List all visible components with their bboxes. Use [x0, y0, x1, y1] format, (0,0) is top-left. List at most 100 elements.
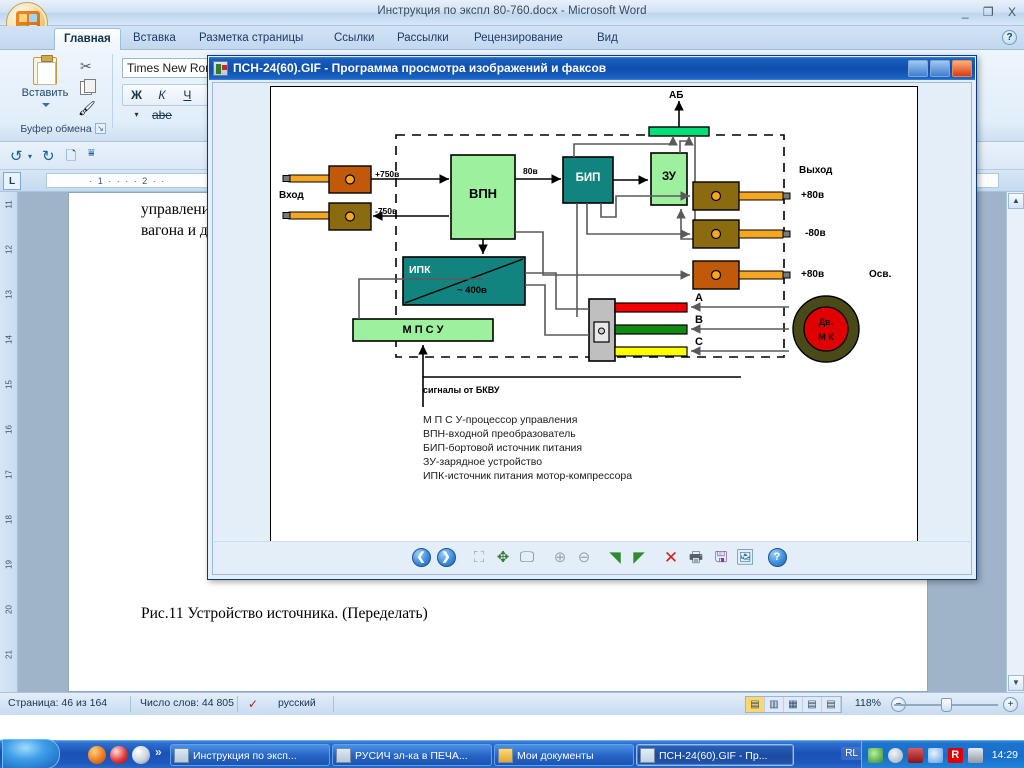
taskbar-item-psn-viewer[interactable]: ПСН-24(60).GIF - Пр...	[636, 744, 794, 766]
bold-button[interactable]: Ж	[126, 85, 147, 105]
font-style-toolbar: Ж К Ч ▾ abe	[122, 84, 208, 122]
start-button[interactable]	[2, 739, 60, 768]
strikethrough-button[interactable]: abe	[151, 105, 172, 125]
format-painter-icon[interactable]: 🖌	[78, 100, 96, 116]
italic-button[interactable]: К	[151, 85, 172, 105]
previous-image-icon[interactable]: ❮	[410, 547, 432, 569]
block-bip: БИП	[575, 172, 601, 184]
ruler-number: 13	[4, 290, 14, 299]
print-icon[interactable]: 🖶	[685, 547, 707, 569]
vertical-scrollbar[interactable]: ▲ ▼	[1006, 192, 1024, 692]
word-count[interactable]: Число слов: 44 805	[140, 697, 234, 709]
picture-fax-viewer-icon	[213, 61, 228, 76]
label-phase-b: В	[695, 314, 703, 326]
tab-recenzirovanie[interactable]: Рецензирование	[465, 28, 572, 50]
ruler-number: 15	[4, 380, 14, 389]
opera-icon[interactable]	[110, 746, 128, 764]
paste-button[interactable]: Вставить	[16, 55, 74, 116]
ribbon-tab-strip: Главная Вставка Разметка страницы Ссылки…	[0, 26, 1024, 50]
view-print-layout[interactable]: ▤	[746, 697, 765, 712]
volume-icon[interactable]	[927, 747, 943, 763]
edit-image-icon[interactable]: 🖼	[734, 547, 756, 569]
tab-vstavka[interactable]: Вставка	[124, 28, 185, 50]
folder-icon	[498, 748, 513, 763]
taskbar-item-moi-dokumenty[interactable]: Мои документы	[494, 744, 634, 766]
tab-vid[interactable]: Вид	[588, 28, 627, 50]
delete-icon[interactable]: ✕	[660, 547, 682, 569]
zoom-in-button[interactable]: +	[1003, 697, 1018, 712]
tab-stop-selector[interactable]: L	[3, 172, 21, 190]
view-web-layout[interactable]: ▦	[784, 697, 803, 712]
clipboard-group: Вставить ✂ 🖌 Буфер обмена ↘	[2, 52, 110, 136]
minimize-button[interactable]: _	[962, 5, 969, 19]
block-vpn: ВПН	[468, 186, 498, 201]
language-bar[interactable]: RL	[841, 747, 862, 760]
clipboard-icon	[33, 55, 57, 85]
actual-size-icon[interactable]: ✥	[492, 547, 514, 569]
shield-icon[interactable]	[887, 747, 903, 763]
network-icon[interactable]	[867, 747, 883, 763]
firefox-icon[interactable]	[88, 746, 106, 764]
figure-caption: Рис.11 Устройство источника. (Переделать…	[141, 605, 428, 622]
word-doc-icon	[336, 748, 351, 763]
restore-button[interactable]: ❐	[983, 5, 994, 19]
clipboard-group-label: Буфер обмена	[20, 123, 92, 135]
printer-icon[interactable]	[967, 747, 983, 763]
save-as-icon[interactable]: 🖫	[710, 547, 732, 569]
zoom-out-icon[interactable]: ⊖	[573, 547, 595, 569]
clock[interactable]: 14:29	[992, 749, 1018, 761]
system-tray: R 14:29	[860, 741, 1024, 768]
clipboard-dialog-launcher[interactable]: ↘	[95, 123, 106, 134]
image-viewer-window[interactable]: ПСН-24(60).GIF - Программа просмотра изо…	[207, 55, 977, 580]
monitor-icon[interactable]	[907, 747, 923, 763]
vertical-ruler[interactable]: 11 12 13 14 15 16 17 18 19 20 21	[0, 192, 18, 692]
block-ipk: ИПК	[409, 264, 431, 276]
tab-razmetka[interactable]: Разметка страницы	[190, 28, 312, 50]
tab-rassylki[interactable]: Рассылки	[388, 28, 458, 50]
view-draft[interactable]: ▤	[822, 697, 841, 712]
taskbar-item-instrukciya[interactable]: Инструкция по эксп...	[170, 744, 330, 766]
rotate-counterclockwise-icon[interactable]: ◤	[628, 547, 650, 569]
close-icon[interactable]	[952, 60, 972, 77]
antivirus-icon[interactable]: R	[947, 747, 963, 763]
spellcheck-icon[interactable]: ✓	[248, 697, 258, 711]
viewer-title-bar[interactable]: ПСН-24(60).GIF - Программа просмотра изо…	[209, 57, 975, 80]
taskbar-item-rusich[interactable]: РУСИЧ эл-ка в ПЕЧА...	[332, 744, 492, 766]
undo-dropdown-icon[interactable]: ▾	[28, 152, 32, 161]
quick-launch-overflow-icon[interactable]: »	[155, 745, 162, 759]
ruler-number: 17	[4, 470, 14, 479]
tab-ssylki[interactable]: Ссылки	[325, 28, 384, 50]
next-image-icon[interactable]: ❯	[435, 547, 457, 569]
best-fit-icon[interactable]: ⛶	[468, 547, 490, 569]
undo-icon[interactable]: ↺	[10, 147, 23, 165]
underline-dropdown-icon[interactable]: ▾	[126, 105, 147, 125]
customize-qat-icon[interactable]: ⩸	[88, 147, 95, 160]
cd-icon[interactable]	[132, 746, 150, 764]
underline-button[interactable]: Ч	[177, 85, 198, 105]
minimize-icon[interactable]	[908, 60, 928, 77]
copy-icon[interactable]	[80, 79, 96, 95]
label-phase-a: А	[695, 292, 703, 304]
rotate-clockwise-icon[interactable]: ◥	[604, 547, 626, 569]
status-divider	[130, 696, 131, 712]
zoom-slider-handle[interactable]	[941, 698, 952, 712]
scroll-down-icon[interactable]: ▼	[1008, 675, 1024, 691]
tab-glavnaya[interactable]: Главная	[54, 28, 121, 50]
view-full-screen-read[interactable]: ▥	[765, 697, 784, 712]
zoom-in-icon[interactable]: ⊕	[549, 547, 571, 569]
legend-line-3: БИП-бортовой источник питания	[423, 442, 583, 454]
slideshow-icon[interactable]: 🖵	[516, 547, 538, 569]
help-icon[interactable]: ?	[1002, 30, 1017, 45]
redo-icon[interactable]: ↻	[42, 147, 55, 165]
close-button[interactable]: X	[1008, 5, 1016, 19]
help-icon[interactable]: ?	[766, 547, 788, 569]
cut-icon[interactable]: ✂	[80, 58, 96, 74]
image-canvas[interactable]: АБ Вход +750в -750в 80в Выход +80в -80в …	[270, 86, 918, 544]
new-document-icon[interactable]: 🗋	[66, 147, 76, 169]
group-divider	[112, 54, 113, 128]
scroll-up-icon[interactable]: ▲	[1008, 193, 1024, 209]
page-indicator[interactable]: Страница: 46 из 164	[8, 697, 107, 709]
maximize-icon[interactable]	[930, 60, 950, 77]
language-indicator[interactable]: русский	[278, 697, 316, 709]
view-outline[interactable]: ▤	[803, 697, 822, 712]
